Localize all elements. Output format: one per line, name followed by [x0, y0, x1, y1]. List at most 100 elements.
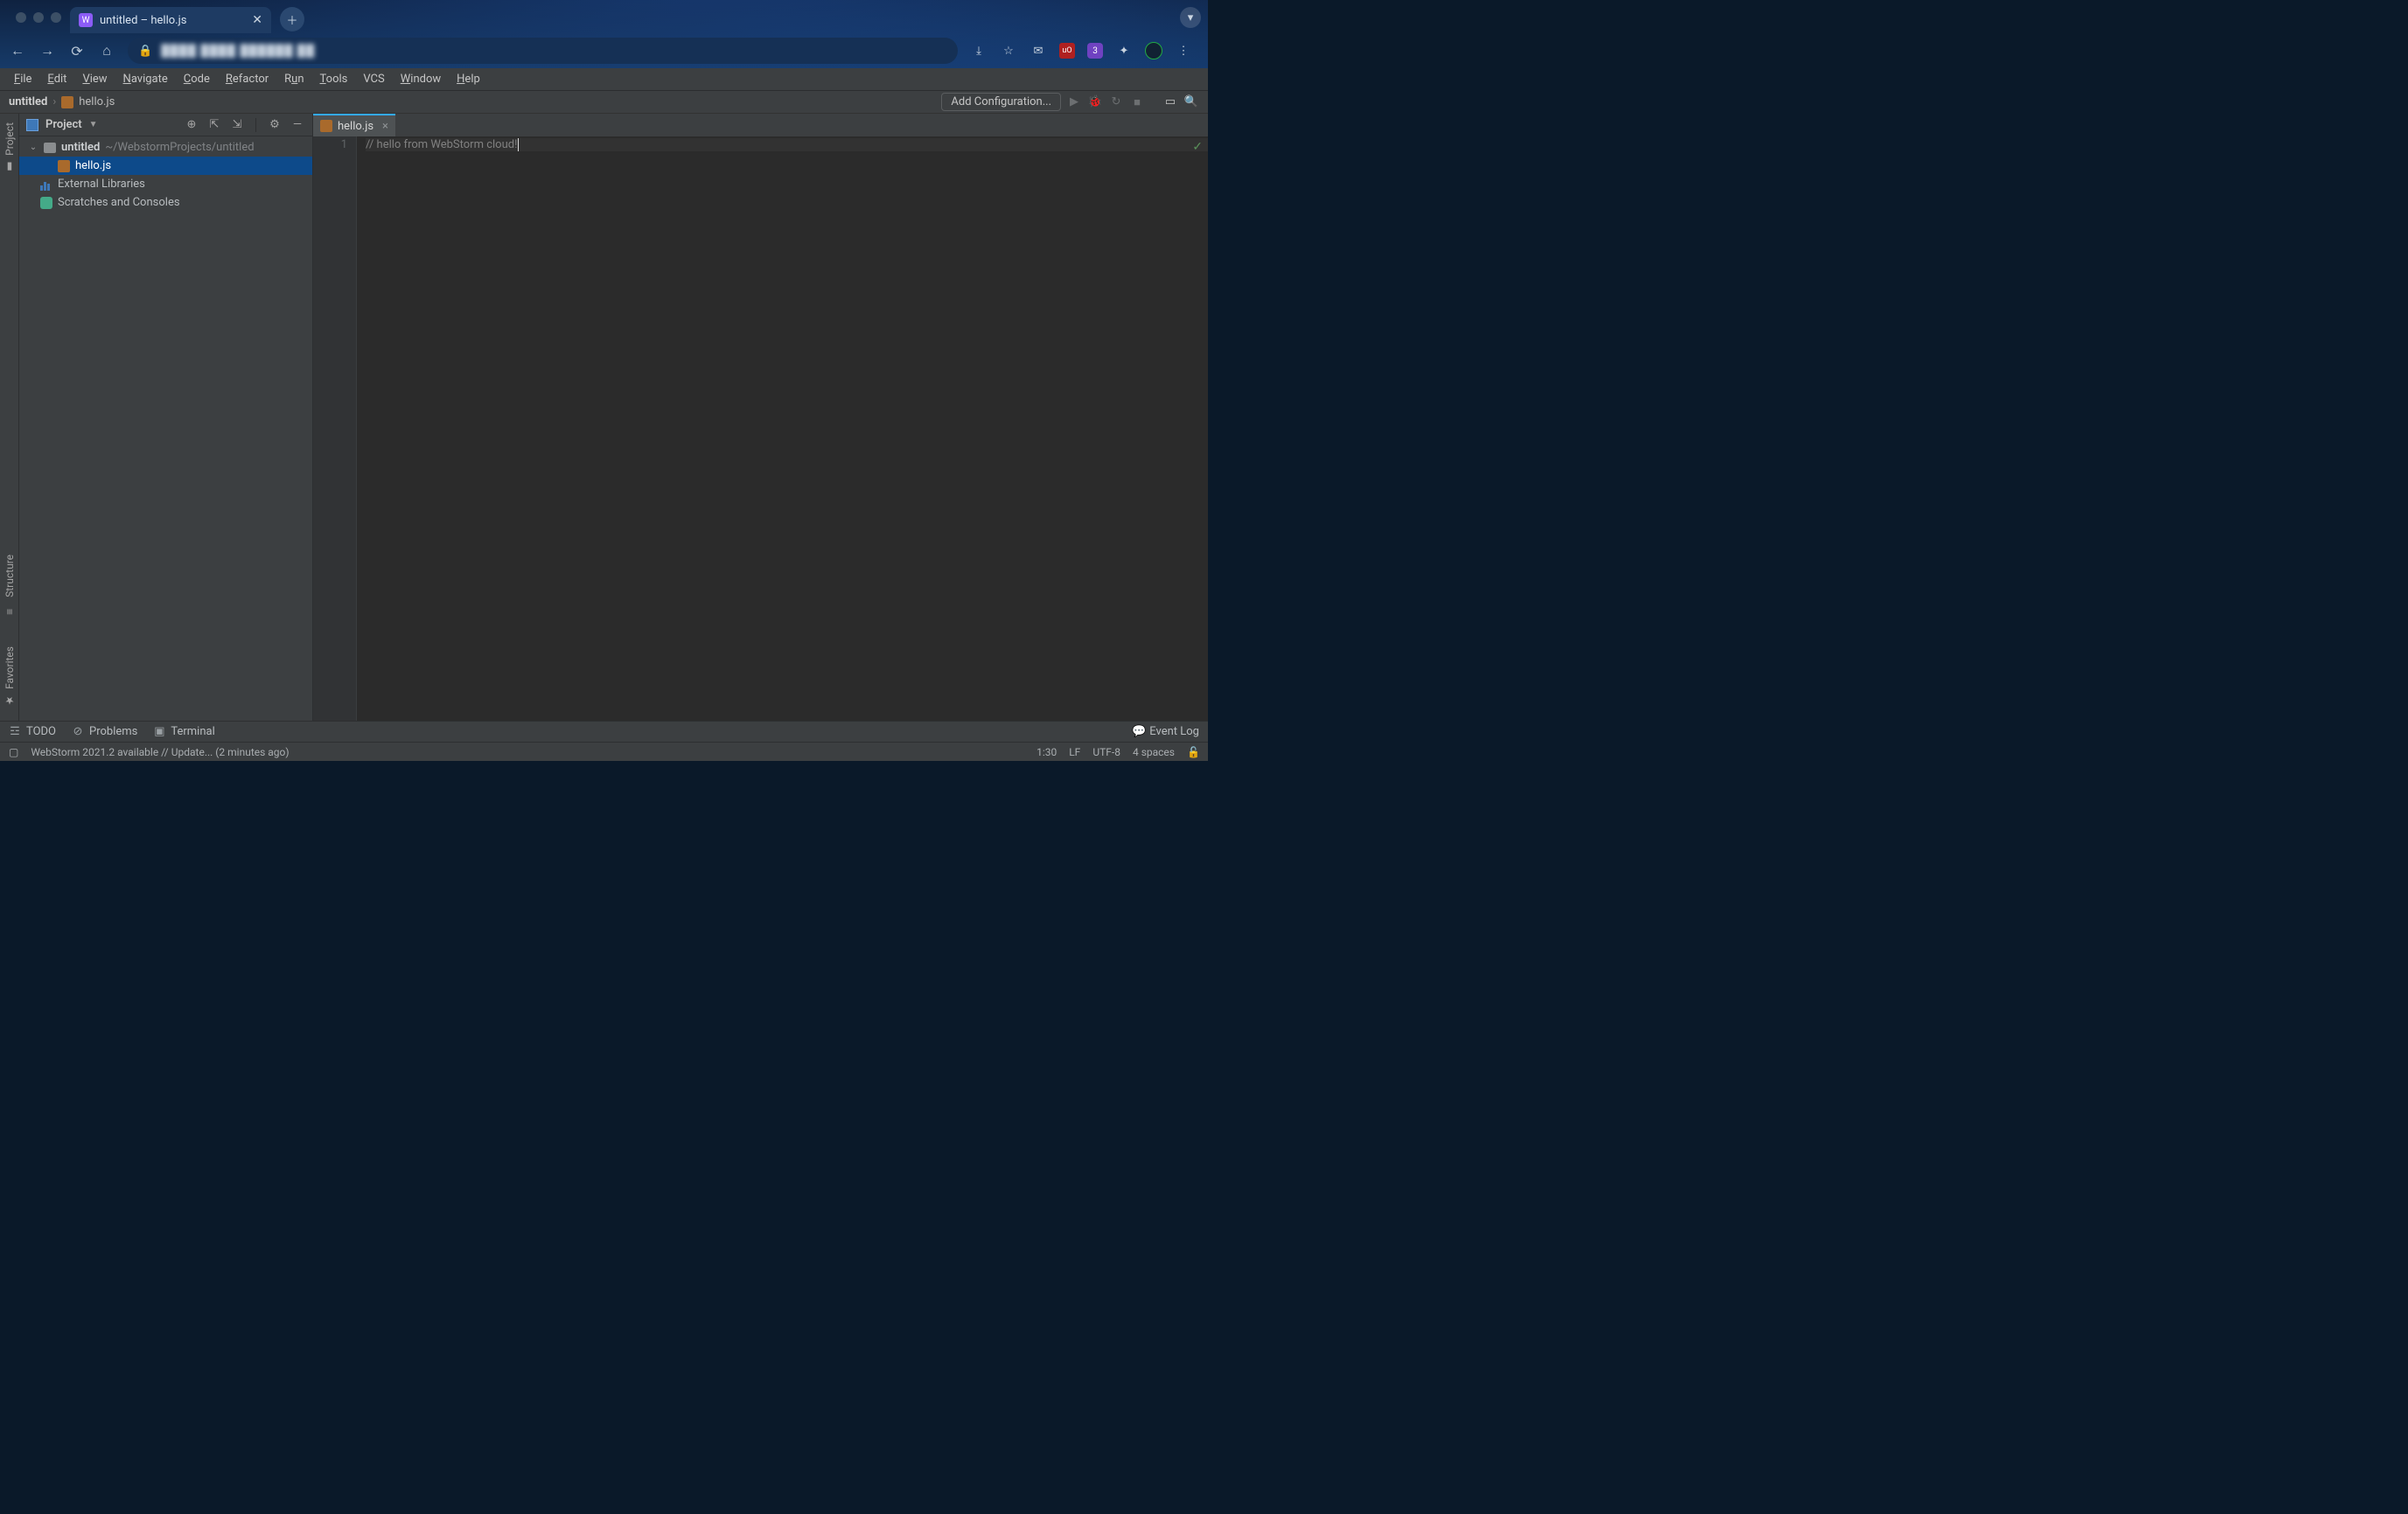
- menu-run[interactable]: Run: [277, 71, 311, 87]
- status-caret-position[interactable]: 1:30: [1036, 746, 1057, 758]
- new-tab-button[interactable]: ＋: [280, 7, 304, 31]
- hide-icon[interactable]: —: [290, 118, 305, 131]
- editor-tab-hello-js[interactable]: hello.js ×: [313, 114, 395, 136]
- js-file-icon: [320, 120, 332, 132]
- status-indent[interactable]: 4 spaces: [1133, 746, 1175, 758]
- tree-scratches[interactable]: Scratches and Consoles: [19, 193, 312, 212]
- menu-edit[interactable]: Edit: [40, 71, 73, 87]
- close-tab-icon[interactable]: ✕: [252, 13, 262, 27]
- menu-help[interactable]: Help: [450, 71, 487, 87]
- ide-window: File Edit View Navigate Code Refactor Ru…: [0, 68, 1208, 761]
- gear-icon[interactable]: ⚙: [267, 118, 283, 131]
- tool-window-project[interactable]: ▮ Project: [3, 117, 16, 178]
- minimize-window-dot[interactable]: [33, 12, 44, 23]
- menu-view[interactable]: View: [75, 71, 114, 87]
- warning-icon: ⊘: [72, 725, 84, 738]
- tree-external-libraries-label: External Libraries: [58, 178, 145, 191]
- project-tool-window: Project ▼ ⊕ ⇱ ⇲ ⚙ — ⌄ untitled ~/Webstor: [19, 114, 313, 721]
- zoom-window-dot[interactable]: [51, 12, 61, 23]
- chrome-menu-icon[interactable]: ⋮: [1175, 42, 1192, 59]
- chevron-down-icon[interactable]: ▼: [89, 120, 98, 129]
- readonly-lock-icon[interactable]: 🔓: [1187, 746, 1199, 758]
- run-with-coverage-icon[interactable]: ↻: [1108, 95, 1124, 108]
- chrome-account-icon[interactable]: ▾: [1180, 7, 1201, 28]
- structure-icon: ≡: [3, 603, 16, 615]
- browser-tab[interactable]: W untitled – hello.js ✕: [70, 7, 271, 33]
- project-view-label[interactable]: Project: [45, 118, 82, 131]
- js-file-icon: [61, 96, 73, 108]
- home-button[interactable]: ⌂: [98, 42, 115, 59]
- mail-icon[interactable]: ✉: [1030, 42, 1047, 59]
- js-file-icon: [58, 160, 70, 172]
- text-caret: [518, 138, 519, 151]
- tool-window-favorites[interactable]: ★ Favorites: [3, 641, 16, 712]
- menu-vcs[interactable]: VCS: [356, 71, 391, 87]
- tool-window-favorites-label: Favorites: [3, 646, 16, 689]
- lock-icon: 🔒: [138, 45, 152, 58]
- expand-arrow-icon[interactable]: ⌄: [28, 143, 38, 152]
- status-notification[interactable]: WebStorm 2021.2 available // Update... (…: [31, 746, 289, 758]
- todo-label: TODO: [26, 725, 56, 738]
- editor-tabs: hello.js ×: [313, 114, 1208, 136]
- menu-refactor[interactable]: Refactor: [219, 71, 276, 87]
- extensions-puzzle-icon[interactable]: ✦: [1115, 42, 1133, 59]
- tool-window-todo[interactable]: ☲ TODO: [9, 725, 56, 738]
- menu-window[interactable]: Window: [394, 71, 448, 87]
- tree-file-name: hello.js: [75, 159, 111, 172]
- star-icon: ★: [3, 694, 16, 707]
- status-bar: ▢ WebStorm 2021.2 available // Update...…: [0, 742, 1208, 761]
- add-configuration-button[interactable]: Add Configuration...: [941, 93, 1061, 111]
- menu-code[interactable]: Code: [177, 71, 217, 87]
- browser-tab-title: untitled – hello.js: [100, 14, 186, 27]
- tool-window-problems[interactable]: ⊘ Problems: [72, 725, 137, 738]
- close-tab-icon[interactable]: ×: [382, 120, 388, 133]
- tree-project-root[interactable]: ⌄ untitled ~/WebstormProjects/untitled: [19, 138, 312, 157]
- address-bar[interactable]: 🔒 ████ ████ ██████ ██: [128, 38, 958, 64]
- tree-external-libraries[interactable]: External Libraries: [19, 175, 312, 193]
- search-everywhere-icon[interactable]: 🔍: [1183, 95, 1199, 108]
- url-text: ████ ████ ██████ ██: [161, 44, 315, 58]
- profile-avatar-icon[interactable]: [1145, 42, 1162, 59]
- expand-all-icon[interactable]: ⇱: [206, 118, 222, 131]
- stop-icon[interactable]: ■: [1129, 95, 1145, 109]
- list-icon: ☲: [9, 725, 21, 738]
- close-window-dot[interactable]: [16, 12, 26, 23]
- problems-label: Problems: [89, 725, 137, 738]
- tool-window-event-log[interactable]: 💬Event Log: [1132, 725, 1199, 738]
- bookmark-star-icon[interactable]: ☆: [1000, 42, 1017, 59]
- inspection-ok-icon[interactable]: ✓: [1192, 140, 1203, 154]
- collapse-all-icon[interactable]: ⇲: [229, 118, 245, 131]
- tree-file-hello-js[interactable]: hello.js: [19, 157, 312, 175]
- run-icon[interactable]: ▶: [1066, 95, 1082, 108]
- editor-area: hello.js × 1 // hello from WebStorm clou…: [313, 114, 1208, 721]
- layout-settings-icon[interactable]: ▭: [1162, 95, 1178, 108]
- back-button[interactable]: ←: [9, 42, 26, 59]
- status-line-separator[interactable]: LF: [1069, 746, 1080, 758]
- tool-window-project-label: Project: [3, 122, 16, 156]
- forward-button[interactable]: →: [38, 42, 56, 59]
- status-encoding[interactable]: UTF-8: [1092, 746, 1120, 758]
- menu-navigate[interactable]: Navigate: [116, 71, 175, 87]
- locate-icon[interactable]: ⊕: [184, 118, 199, 131]
- code-editor[interactable]: 1 // hello from WebStorm cloud! ✓: [313, 136, 1208, 721]
- toggle-tool-windows-icon[interactable]: ▢: [9, 746, 18, 758]
- menu-tools[interactable]: Tools: [313, 71, 355, 87]
- browser-chrome: ▾ W untitled – hello.js ✕ ＋ ← → ⟳ ⌂ 🔒 ██…: [0, 0, 1208, 68]
- install-pwa-icon[interactable]: ⤓: [970, 42, 988, 59]
- terminal-label: Terminal: [171, 725, 214, 738]
- debug-icon[interactable]: 🐞: [1087, 95, 1103, 108]
- tool-window-terminal[interactable]: ▣Terminal: [153, 725, 214, 738]
- breadcrumb-project[interactable]: untitled: [9, 95, 47, 108]
- scratches-icon: [40, 197, 52, 209]
- project-pane-header: Project ▼ ⊕ ⇱ ⇲ ⚙ —: [19, 114, 312, 136]
- project-root-path: ~/WebstormProjects/untitled: [105, 141, 254, 154]
- line-number-1: 1: [313, 138, 347, 151]
- extension-badge[interactable]: 3: [1087, 43, 1103, 59]
- tool-window-structure[interactable]: ≡ Structure: [3, 549, 16, 620]
- ublock-icon[interactable]: uO: [1059, 43, 1075, 59]
- menu-file[interactable]: File: [7, 71, 38, 87]
- breadcrumb-file[interactable]: hello.js: [79, 95, 115, 108]
- reload-button[interactable]: ⟳: [68, 43, 86, 59]
- event-log-label: Event Log: [1149, 725, 1199, 738]
- tool-window-structure-label: Structure: [3, 555, 16, 597]
